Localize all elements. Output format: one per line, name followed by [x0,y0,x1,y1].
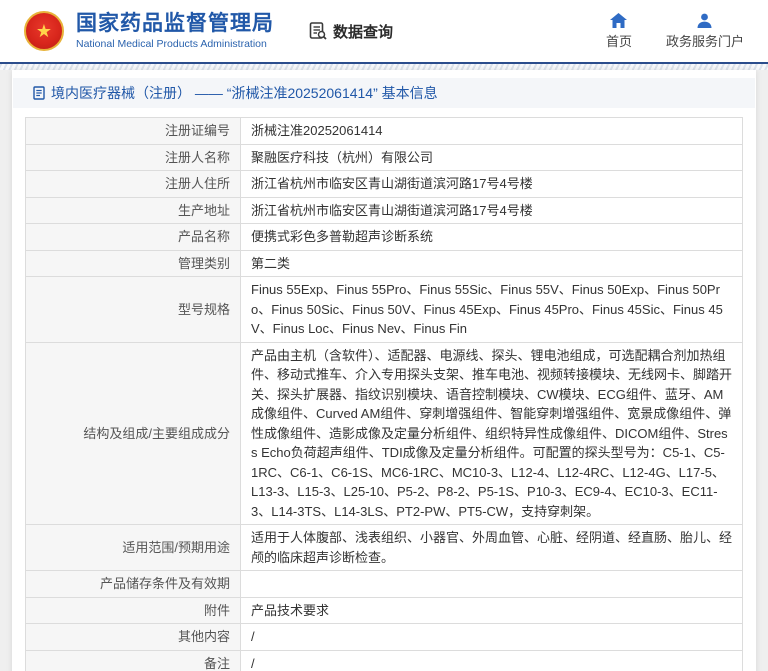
data-query-button[interactable]: 数据查询 [308,21,393,42]
row-label: 备注 [25,649,241,671]
breadcrumb: 境内医疗器械（注册） —— “浙械注准20252061414” 基本信息 [13,78,755,108]
nav-home-label: 首页 [605,33,632,49]
row-label: 产品名称 [25,223,241,251]
row-value: 产品技术要求 [240,596,743,624]
header-nav: 首页 政务服务门户 [605,12,744,50]
row-label: 附件 [25,596,241,624]
table-row: 其他内容 / [25,623,743,651]
row-value: / [240,623,743,651]
row-label: 注册人住所 [25,170,241,198]
home-icon [610,12,628,28]
row-value: 便携式彩色多普勒超声诊断系统 [240,223,743,251]
row-value: / [240,649,743,671]
row-label: 结构及组成/主要组成成分 [25,341,241,525]
document-search-icon [308,21,328,41]
data-query-label: 数据查询 [333,23,394,41]
row-label: 产品储存条件及有效期 [25,570,241,598]
nav-gov-portal[interactable]: 政务服务门户 [666,13,744,50]
row-label: 型号规格 [25,276,241,343]
table-row: 生产地址 浙江省杭州市临安区青山湖街道滨河路17号4号楼 [25,196,743,224]
table-row: 管理类别 第二类 [25,249,743,277]
row-value: 浙江省杭州市临安区青山湖街道滨河路17号4号楼 [240,170,743,198]
row-label: 其他内容 [25,623,241,651]
table-row: 产品储存条件及有效期 [25,570,743,598]
row-value: 浙械注准20252061414 [240,117,743,145]
row-value: Finus 55Exp、Finus 55Pro、Finus 55Sic、Finu… [240,276,743,343]
user-icon [697,13,712,28]
table-row: 结构及组成/主要组成成分 产品由主机（含软件）、适配器、电源线、探头、锂电池组成，… [25,341,743,525]
registration-info-table: 注册证编号 浙械注准20252061414 注册人名称 聚融医疗科技（杭州）有限公司注… [25,117,743,671]
row-label: 生产地址 [25,196,241,224]
page-icon [33,86,45,100]
table-row: 型号规格 Finus 55Exp、Finus 55Pro、Finus 55Sic、… [25,276,743,343]
table-row: 附件 产品技术要求 [25,596,743,624]
content-card: 境内医疗器械（注册） —— “浙械注准20252061414” 基本信息 注册证… [12,70,756,671]
row-label: 管理类别 [25,249,241,277]
info-table-body: 注册证编号 浙械注准20252061414 注册人名称 聚融医疗科技（杭州）有限公司注… [25,117,743,671]
row-label: 注册证编号 [25,117,241,145]
breadcrumb-text: 境内医疗器械（注册） —— “浙械注准20252061414” 基本信息 [51,85,438,101]
row-value: 适用于人体腹部、浅表组织、小器官、外周血管、心脏、经阴道、经直肠、胎儿、经颅的临… [240,524,743,571]
row-value [240,570,743,598]
brand-block: 国家药品监督管理局 National Medical Products Admi… [76,12,274,50]
table-row: 适用范围/预期用途 适用于人体腹部、浅表组织、小器官、外周血管、心脏、经阴道、经直… [25,524,743,571]
row-value: 聚融医疗科技（杭州）有限公司 [240,143,743,171]
site-title: 国家药品监督管理局 [76,11,274,35]
table-row: 注册人名称 聚融医疗科技（杭州）有限公司 [25,143,743,171]
row-label: 适用范围/预期用途 [25,524,241,571]
national-emblem-logo: ★ [24,11,64,51]
table-row: 备注 / [25,649,743,671]
row-value: 第二类 [240,249,743,277]
nav-gov-portal-label: 政务服务门户 [665,33,744,49]
table-row: 注册人住所 浙江省杭州市临安区青山湖街道滨河路17号4号楼 [25,170,743,198]
table-row: 注册证编号 浙械注准20252061414 [25,117,743,145]
row-value: 产品由主机（含软件）、适配器、电源线、探头、锂电池组成，可选配耦合剂加热组件、移… [240,341,743,525]
info-table-wrap: 注册证编号 浙械注准20252061414 注册人名称 聚融医疗科技（杭州）有限公司注… [12,108,756,671]
nav-home[interactable]: 首页 [605,12,632,50]
table-row: 产品名称 便携式彩色多普勒超声诊断系统 [25,223,743,251]
site-subtitle: National Medical Products Administration [76,38,267,51]
row-value: 浙江省杭州市临安区青山湖街道滨河路17号4号楼 [240,196,743,224]
row-label: 注册人名称 [25,143,241,171]
site-header: ★ 国家药品监督管理局 National Medical Products Ad… [0,0,768,64]
